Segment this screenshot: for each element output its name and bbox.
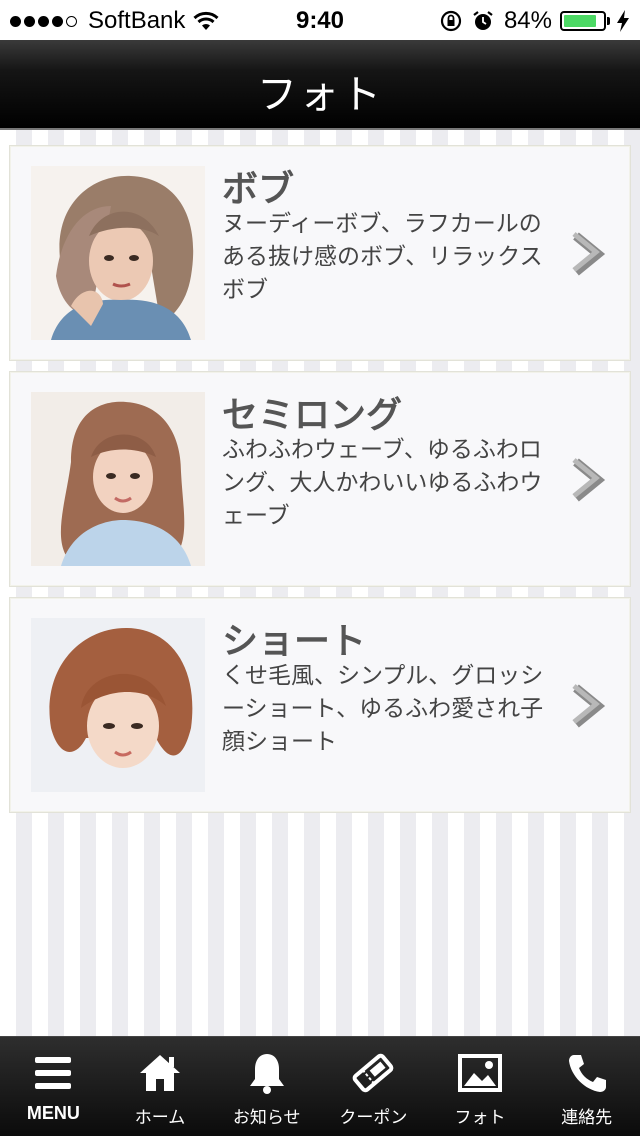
coupon-ticket-icon	[352, 1053, 394, 1093]
photo-category-list: ボブ ヌーディーボブ、ラフカールのある抜け感のボブ、リラックスボブ セミロング …	[0, 130, 640, 1036]
phone-icon	[568, 1055, 606, 1092]
chevron-right-icon	[572, 684, 606, 728]
hair-photo-semi-long	[31, 392, 205, 566]
charging-icon	[617, 10, 629, 32]
chevron-right-icon	[572, 232, 606, 276]
tab-bar: MENU ホーム お知らせ クーポン フォト 連絡先	[0, 1036, 640, 1136]
bell-icon	[249, 1054, 284, 1094]
home-icon	[140, 1055, 180, 1091]
category-card-semi-long[interactable]: セミロング ふわふわウェーブ、ゆるふわロング、大人かわいいゆるふわウェーブ	[9, 371, 631, 587]
category-description: ヌーディーボブ、ラフカールのある抜け感のボブ、リラックスボブ	[222, 211, 543, 303]
status-right: 84%	[440, 7, 630, 35]
menu-icon	[35, 1057, 72, 1089]
category-title: セミロング	[222, 395, 403, 436]
status-left: SoftBank	[10, 7, 219, 35]
category-description: くせ毛風、シンプル、グロッシーショート、ゆるふわ愛され子顔ショート	[222, 663, 544, 755]
tab-news[interactable]: お知らせ	[213, 1037, 320, 1136]
tab-label: クーポン	[339, 1108, 408, 1128]
status-bar: SoftBank 9:40 84%	[0, 0, 640, 40]
tab-coupon[interactable]: クーポン	[320, 1037, 427, 1136]
category-title: ボブ	[222, 169, 295, 210]
tab-label: MENU	[26, 1103, 80, 1123]
page-title: フォト	[257, 72, 383, 118]
tab-photo[interactable]: フォト	[427, 1037, 534, 1136]
signal-strength-icon	[10, 15, 80, 27]
tab-contact[interactable]: 連絡先	[533, 1037, 640, 1136]
navigation-bar: フォト	[0, 40, 640, 130]
carrier-name: SoftBank	[88, 7, 186, 34]
tab-label: お知らせ	[232, 1108, 301, 1128]
tab-label: フォト	[454, 1108, 506, 1128]
chevron-right-icon	[572, 458, 606, 502]
category-description: ふわふわウェーブ、ゆるふわロング、大人かわいいゆるふわウェーブ	[222, 437, 543, 529]
tab-home[interactable]: ホーム	[107, 1037, 214, 1136]
photo-icon	[458, 1054, 503, 1092]
category-card-short[interactable]: ショート くせ毛風、シンプル、グロッシーショート、ゆるふわ愛され子顔ショート	[9, 597, 631, 813]
hair-photo-bob	[31, 166, 205, 340]
rotation-lock-icon	[440, 10, 462, 32]
tab-label: ホーム	[134, 1108, 186, 1128]
hair-photo-short	[31, 618, 205, 792]
wifi-icon	[193, 11, 219, 30]
alarm-icon	[473, 11, 493, 30]
battery-icon	[560, 11, 606, 31]
category-card-bob[interactable]: ボブ ヌーディーボブ、ラフカールのある抜け感のボブ、リラックスボブ	[9, 145, 631, 361]
battery-percent: 84%	[503, 7, 552, 34]
tab-menu[interactable]: MENU	[0, 1037, 107, 1136]
tab-label: 連絡先	[561, 1108, 613, 1128]
category-title: ショート	[222, 621, 367, 662]
